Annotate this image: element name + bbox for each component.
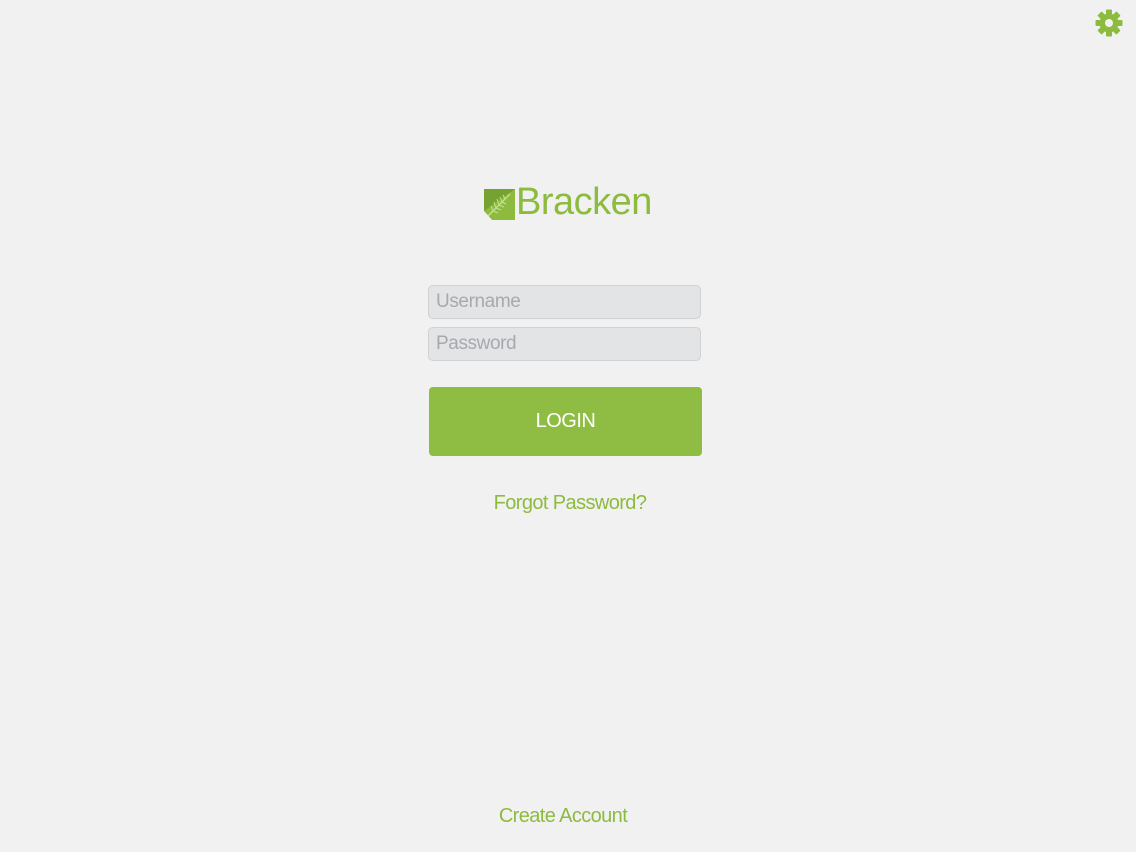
fern-leaf-icon: [484, 188, 515, 220]
gear-icon: [1095, 9, 1123, 37]
create-account-link-row: Create Account: [0, 805, 1136, 828]
settings-button[interactable]: [1094, 8, 1124, 38]
login-button[interactable]: LOGIN: [429, 387, 702, 456]
password-input[interactable]: [428, 327, 701, 361]
brand-name: Bracken: [516, 181, 652, 223]
forgot-password-link[interactable]: Forgot Password?: [494, 492, 647, 515]
username-input[interactable]: [428, 285, 701, 319]
brand-logo: Bracken: [484, 182, 652, 222]
forgot-password-link-row: Forgot Password?: [0, 492, 1136, 515]
create-account-link[interactable]: Create Account: [499, 805, 628, 828]
